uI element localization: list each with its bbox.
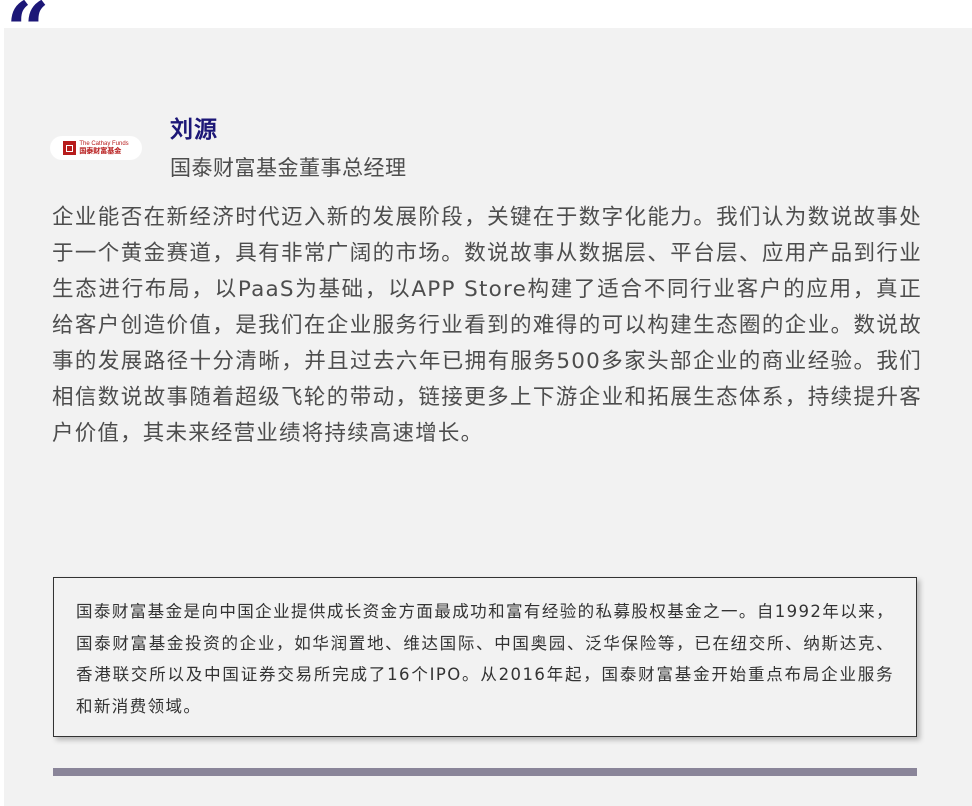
person-name: 刘源 [170,117,218,143]
cathay-funds-logo: The Cathay Funds 国泰财富基金 [50,136,142,160]
logo-seal-icon [63,141,77,155]
quote-body: 企业能否在新经济时代迈入新的发展阶段，关键在于数字化能力。我们认为数说故事处于一… [52,205,922,446]
logo-chinese-text: 国泰财富基金 [79,147,122,155]
about-box: 国泰财富基金是向中国企业提供成长资金方面最成功和富有经验的私募股权基金之一。自1… [53,577,917,737]
person-title: 国泰财富基金董事总经理 [170,156,407,180]
about-text: 国泰财富基金是向中国企业提供成长资金方面最成功和富有经验的私募股权基金之一。自1… [76,602,894,716]
bottom-divider-bar [53,768,917,776]
